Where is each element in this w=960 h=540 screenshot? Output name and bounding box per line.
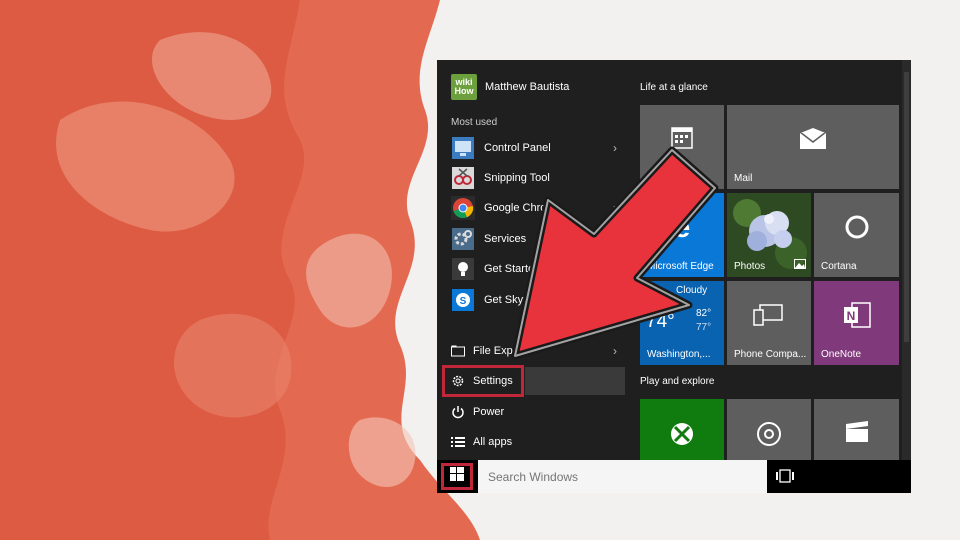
music-disc-icon [727,421,811,460]
file-explorer-label: File Explorer [473,345,535,357]
all-apps-label: All apps [473,436,513,448]
tile-calendar[interactable] [640,105,724,189]
tile-label: Phone Compa... [734,349,807,360]
phone-companion-icon [727,281,811,349]
taskbar [437,460,911,493]
most-used-label: Most used [451,117,498,128]
power-icon [451,405,465,419]
app-item-label: Snipping Tool [484,172,550,184]
user-account[interactable]: wiki How Matthew Bautista [451,74,569,100]
tile-phone-companion[interactable]: Phone Compa... [727,281,811,365]
tile-cortana[interactable]: Cortana [814,193,899,277]
folder-icon [451,345,465,357]
group-label-play: Play and explore [640,376,715,387]
xbox-icon [640,421,724,460]
app-item-label: Get Started [484,263,541,275]
chevron-right-icon[interactable]: › [613,141,617,155]
app-item-get-started[interactable]: Get Started [451,255,619,283]
group-label-life: Life at a glance [640,82,708,93]
app-item-services[interactable]: Services [451,225,619,253]
weather-condition: Cloudy [676,285,708,296]
tile-label: Washington,... [647,349,711,360]
snipping-tool-icon [451,166,475,190]
app-item-label: Get Skype [484,294,536,306]
svg-text:N: N [846,309,855,323]
tile-weather[interactable]: Cloudy 74° 82° 77° Washington,... [640,281,724,365]
chrome-icon [451,196,475,220]
app-item-get-skype[interactable]: S Get Skype [451,286,619,314]
control-panel-icon [451,136,475,160]
tile-xbox[interactable] [640,399,724,460]
chevron-right-icon[interactable]: › [613,201,617,215]
weather-high: 82° [696,308,712,319]
app-item-label: Services [484,233,527,245]
services-icon [451,227,475,251]
calendar-icon [640,105,724,169]
onenote-icon: N [814,281,899,349]
tile-photos[interactable]: Photos [727,193,811,277]
app-item-label: Control Panel [484,142,551,154]
skype-icon: S [451,288,475,312]
cortana-icon [814,193,899,261]
start-menu-left-column: wiki How Matthew Bautista Most used Cont… [437,60,625,460]
tile-label: OneNote [821,349,862,360]
search-box[interactable] [478,460,767,493]
weather-temperature: 74° [646,311,675,332]
lightbulb-icon [451,257,475,281]
chevron-right-icon[interactable]: › [613,344,617,358]
tile-label: Mail [734,173,753,184]
edge-icon: e [640,193,724,261]
all-apps-item[interactable]: All apps [451,429,512,455]
tile-label: Cortana [821,261,857,272]
app-item-google-chrome[interactable]: Google Chrome › [451,194,619,222]
tile-movies-tv[interactable] [814,399,899,460]
app-item-control-panel[interactable]: Control Panel › [451,134,619,162]
settings-hover-highlight [525,367,625,395]
file-explorer-item[interactable]: File Explorer › [451,338,619,364]
svg-text:S: S [460,296,467,307]
start-button[interactable] [441,463,473,490]
mail-icon [727,105,899,173]
image-icon [794,259,806,272]
start-menu: wiki How Matthew Bautista Most used Cont… [437,60,911,493]
avatar: wiki How [451,74,477,100]
tiles-scrollbar[interactable] [902,60,911,460]
tile-label: Microsoft Edge [647,261,714,272]
list-icon [451,436,465,448]
tile-groove-music[interactable] [727,399,811,460]
svg-text:e: e [674,213,691,241]
tile-mail[interactable]: Mail [727,105,899,189]
tile-label: Photos [734,261,766,272]
app-item-label: Google Chrome [484,202,562,214]
tile-onenote[interactable]: N OneNote [814,281,899,365]
task-view-icon[interactable] [775,469,795,488]
tile-edge[interactable]: e Microsoft Edge [640,193,724,277]
search-input[interactable] [486,468,760,485]
power-label: Power [473,406,505,418]
scrollbar-thumb[interactable] [904,72,909,342]
windows-logo-icon [450,467,464,486]
user-name: Matthew Bautista [485,81,570,93]
app-item-snipping-tool[interactable]: Snipping Tool [451,164,619,192]
clapperboard-icon [814,421,899,460]
weather-low: 77° [696,322,712,333]
settings-highlight-box [442,365,524,397]
power-item[interactable]: Power [451,399,504,425]
